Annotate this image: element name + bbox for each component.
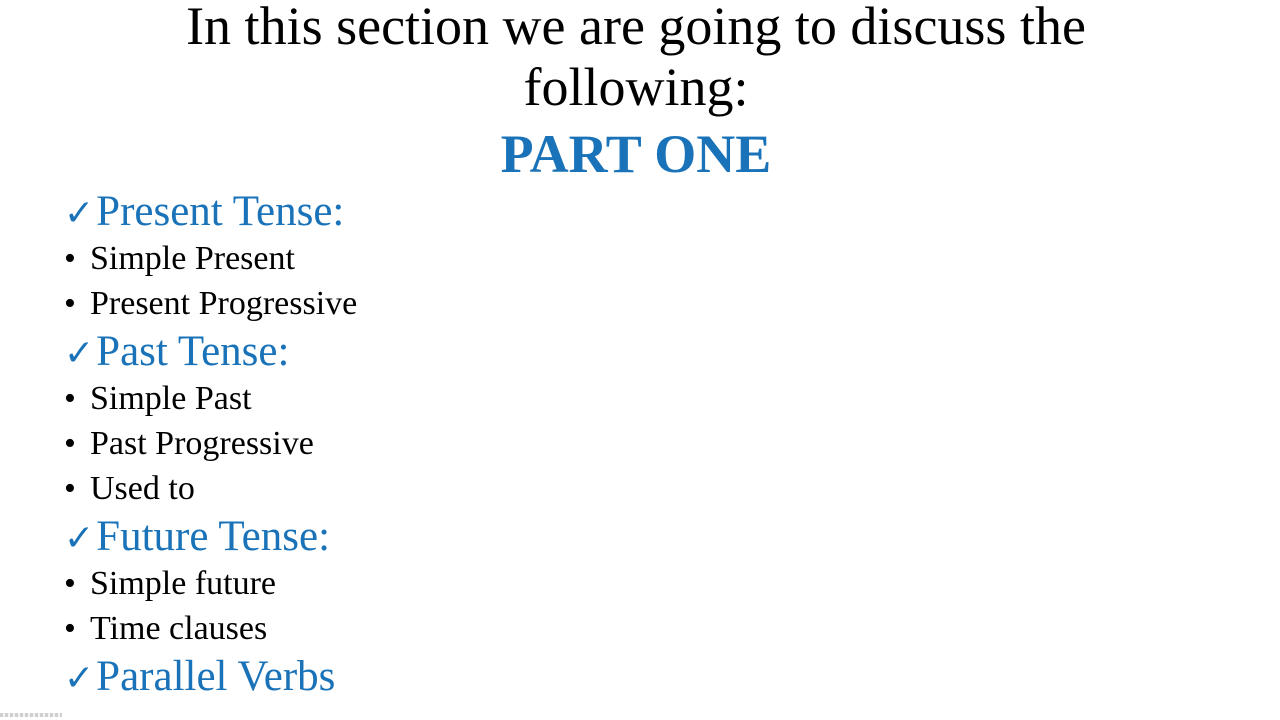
item-label: Simple Past (90, 380, 252, 417)
heading-label: Past Tense: (96, 328, 290, 375)
section-heading-present: ✓Present Tense: (64, 186, 357, 236)
topic-list: ✓Present Tense: • Simple Present • Present… (64, 186, 357, 701)
bullet-icon: • (64, 610, 76, 647)
bullet-icon: • (64, 240, 76, 277)
list-item: • Simple Present (64, 236, 357, 281)
check-icon: ✓ (64, 658, 95, 699)
list-item: • Present Progressive (64, 281, 357, 326)
section-heading-parallel-verbs: ✓Parallel Verbs (64, 651, 357, 701)
section-heading-past: ✓Past Tense: (64, 326, 357, 376)
part-label: PART ONE (500, 124, 772, 184)
list-item: • Simple Past (64, 376, 357, 421)
list-item: • Past Progressive (64, 421, 357, 466)
item-label: Simple Present (90, 240, 295, 277)
list-item: • Time clauses (64, 606, 357, 651)
item-label: Present Progressive (90, 285, 358, 322)
corner-artifact (0, 713, 62, 717)
slide-title-line-2: following: (523, 57, 749, 117)
bullet-icon: • (64, 285, 76, 322)
heading-label: Parallel Verbs (96, 653, 336, 700)
bullet-icon: • (64, 425, 76, 462)
heading-label: Present Tense: (96, 188, 345, 235)
check-icon: ✓ (64, 193, 95, 234)
check-icon: ✓ (64, 333, 95, 374)
section-heading-future: ✓Future Tense: (64, 511, 357, 561)
heading-label: Future Tense: (96, 513, 331, 560)
item-label: Time clauses (90, 610, 268, 647)
slide-title-line-1: In this section we are going to discuss … (186, 0, 1086, 56)
bullet-icon: • (64, 470, 76, 507)
item-label: Past Progressive (90, 425, 314, 462)
item-label: Used to (90, 470, 195, 507)
bullet-icon: • (64, 565, 76, 602)
item-label: Simple future (90, 565, 277, 602)
list-item: • Used to (64, 466, 357, 511)
list-item: • Simple future (64, 561, 357, 606)
bullet-icon: • (64, 380, 76, 417)
check-icon: ✓ (64, 518, 95, 559)
